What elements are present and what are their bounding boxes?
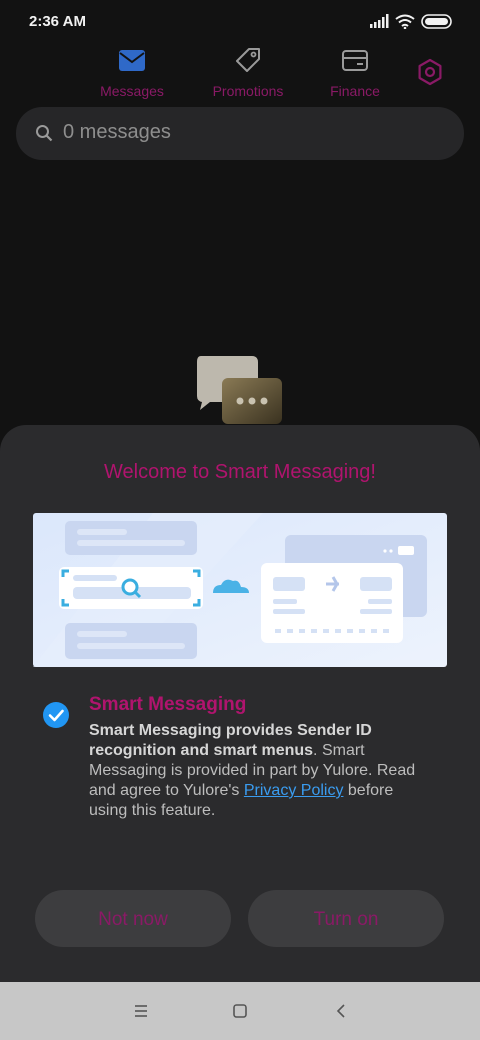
not-now-button[interactable]: Not now — [35, 890, 231, 947]
tab-finance-label: Finance — [330, 83, 380, 99]
tab-promotions-label: Promotions — [212, 83, 284, 99]
signal-icon — [370, 14, 389, 28]
status-bar: 2:36 AM — [0, 0, 480, 44]
smart-messaging-checkbox[interactable] — [43, 702, 69, 728]
tag-icon — [236, 48, 260, 72]
smart-messaging-illustration — [33, 513, 447, 667]
system-nav-bar — [0, 982, 480, 1040]
sheet-title: Welcome to Smart Messaging! — [104, 461, 376, 483]
option-description: Smart Messaging provides Sender ID recog… — [89, 721, 419, 821]
empty-chat-icon — [197, 356, 282, 424]
battery-icon — [421, 14, 452, 29]
menu-icon[interactable] — [134, 1004, 148, 1018]
settings-gear-icon[interactable] — [416, 58, 444, 86]
tab-promotions[interactable]: Promotions — [205, 46, 291, 99]
tab-finance[interactable]: Finance — [320, 46, 390, 99]
tab-messages[interactable]: Messages — [92, 46, 172, 99]
option-title: Smart Messaging — [89, 694, 247, 715]
turn-on-button[interactable]: Turn on — [248, 890, 444, 947]
wifi-icon — [395, 14, 415, 29]
card-icon — [342, 50, 368, 71]
privacy-policy-link[interactable]: Privacy Policy — [244, 782, 344, 799]
envelope-icon — [119, 50, 145, 71]
back-icon[interactable] — [335, 1004, 347, 1018]
status-time: 2:36 AM — [29, 13, 86, 30]
home-icon[interactable] — [233, 1004, 247, 1018]
search-icon — [36, 125, 53, 142]
search-placeholder: 0 messages — [63, 121, 171, 143]
tab-messages-label: Messages — [100, 83, 164, 99]
search-bar[interactable]: 0 messages — [16, 107, 464, 160]
